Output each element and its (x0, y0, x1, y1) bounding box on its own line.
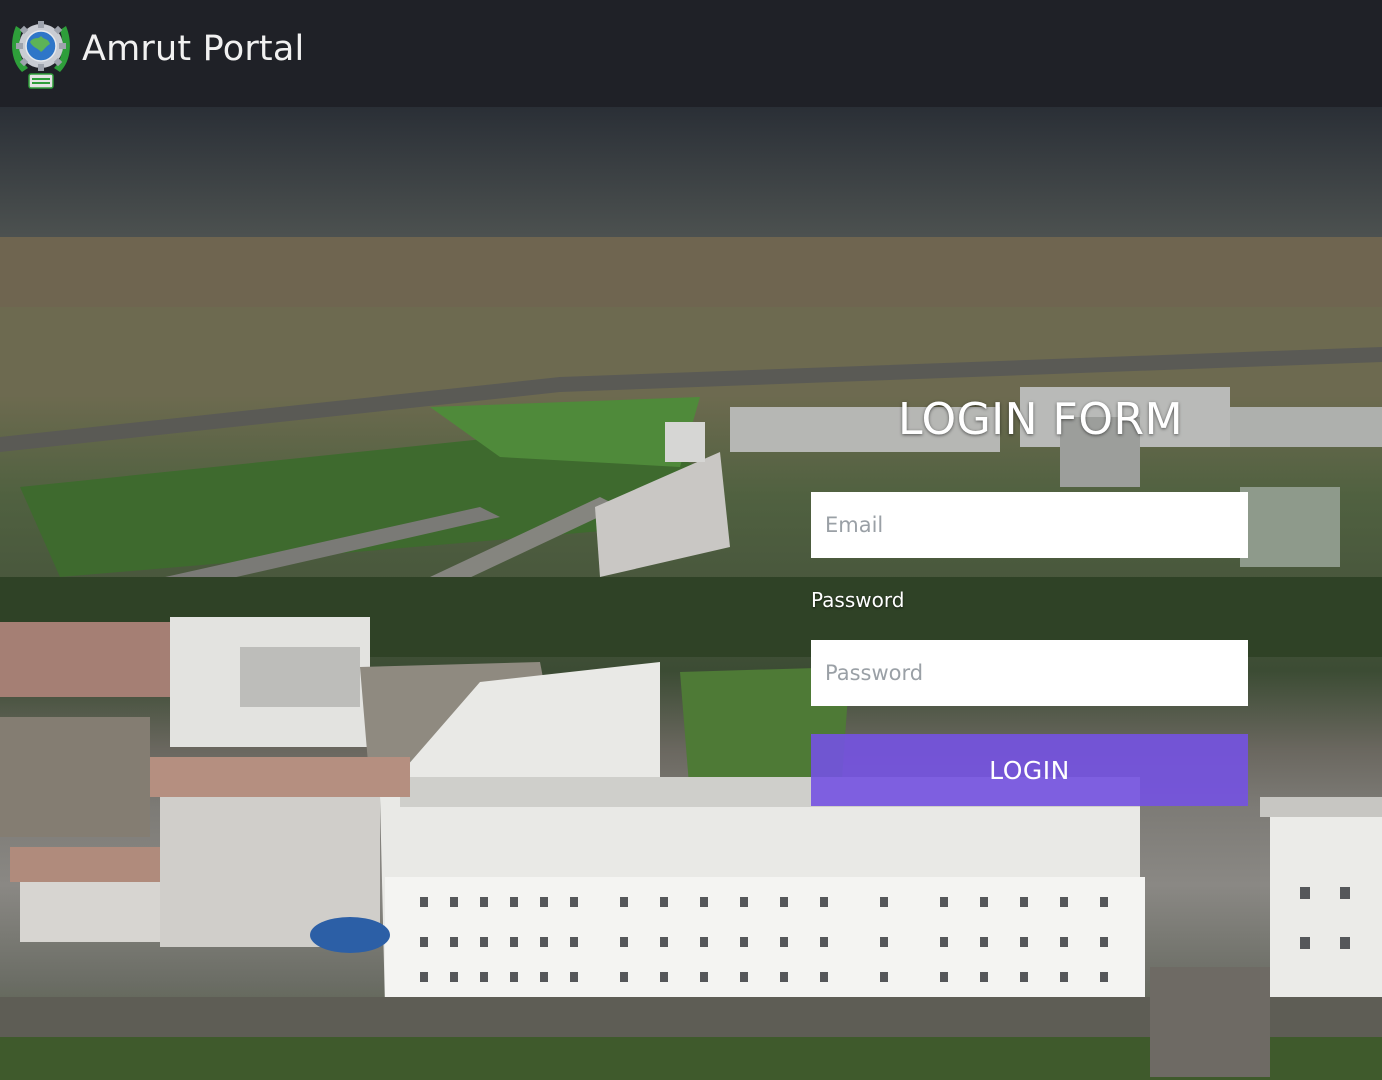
email-input[interactable] (811, 492, 1248, 558)
login-title: LOGIN FORM (898, 394, 1184, 445)
brand-title: Amrut Portal (82, 29, 305, 69)
password-input[interactable] (811, 640, 1248, 706)
login-button[interactable]: LOGIN (811, 734, 1248, 806)
brand[interactable]: Amrut Portal (8, 16, 304, 90)
hero-background: LOGIN FORM (0, 107, 1382, 1080)
campus-aerial-image (0, 107, 1382, 1080)
password-label: Password (811, 588, 905, 612)
navbar: Amrut Portal (0, 0, 1382, 107)
gear-globe-emblem-icon (8, 16, 74, 90)
